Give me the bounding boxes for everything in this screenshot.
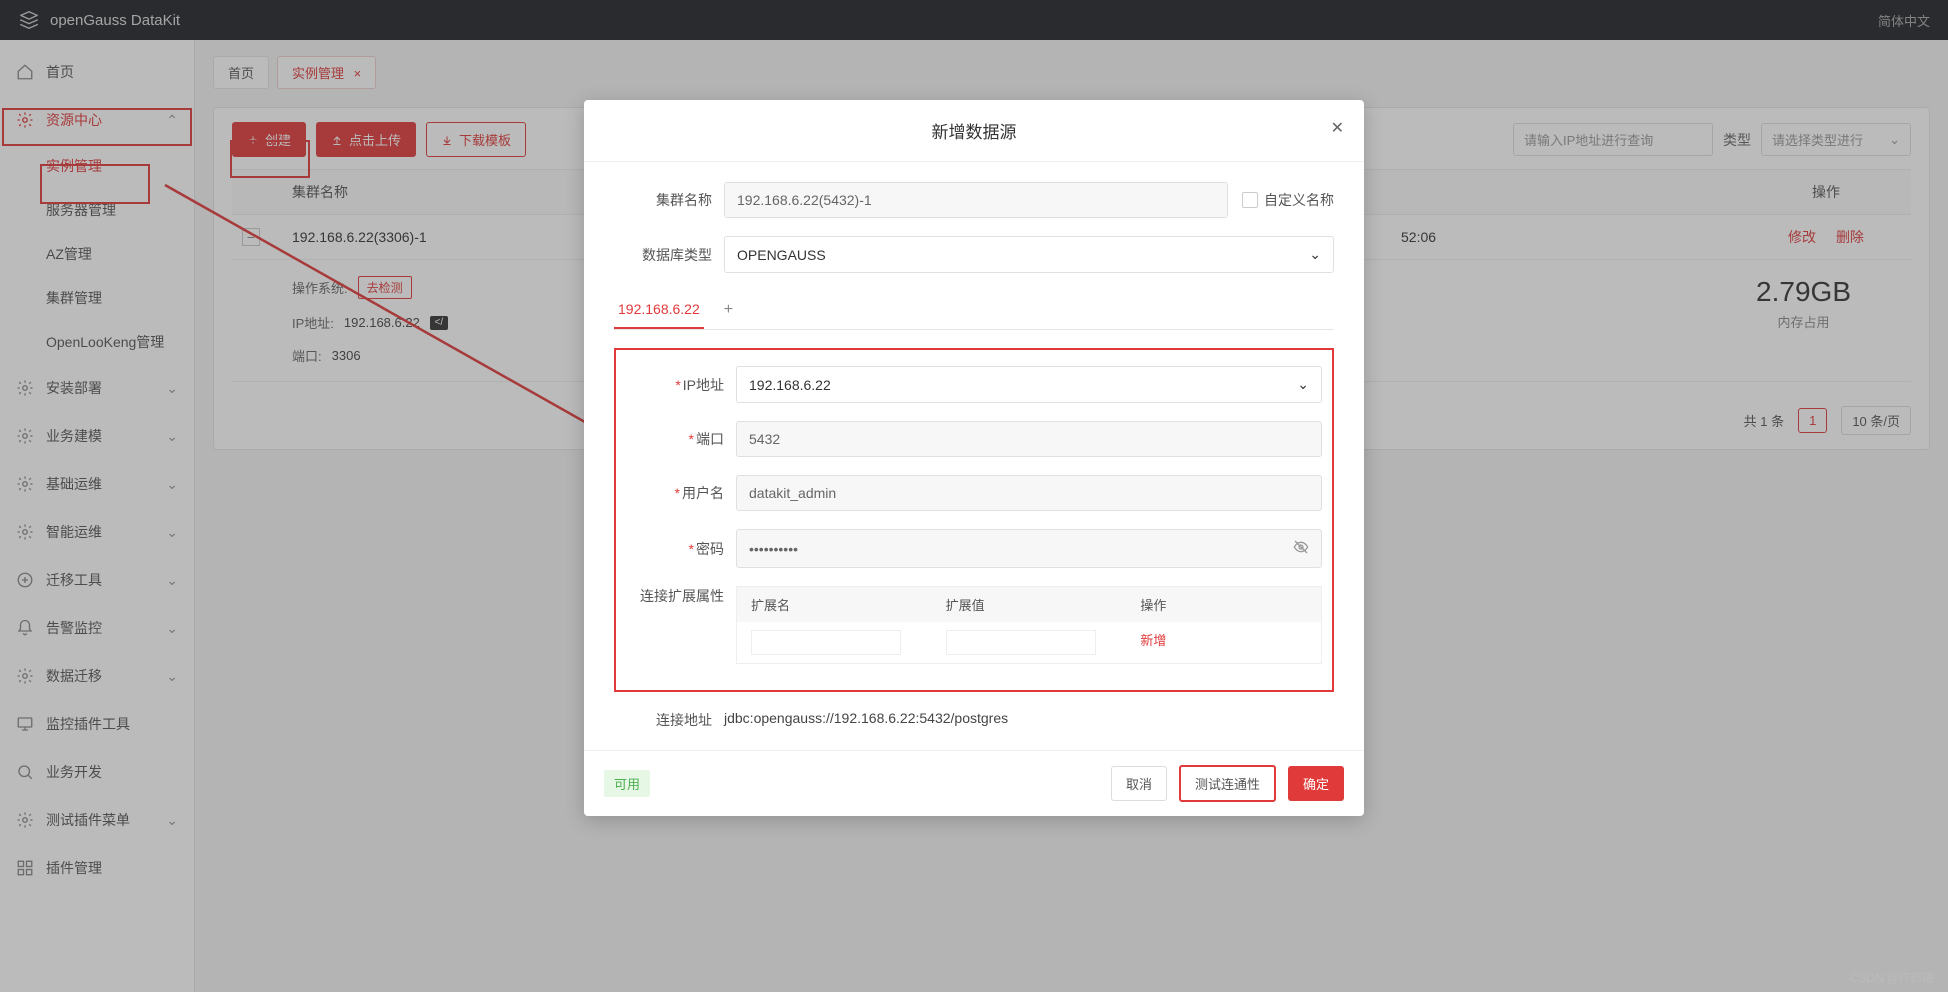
ok-button[interactable]: 确定 — [1288, 766, 1344, 801]
ip-select[interactable]: 192.168.6.22 ⌄ — [736, 366, 1322, 403]
username-input[interactable]: datakit_admin — [736, 475, 1322, 511]
custom-name-checkbox[interactable] — [1242, 192, 1258, 208]
modal-overlay: 新增数据源 ✕ 集群名称 192.168.6.22(5432)-1 自定义名称 … — [0, 0, 1948, 992]
dbtype-select[interactable]: OPENGAUSS ⌄ — [724, 236, 1334, 273]
chevron-down-icon: ⌄ — [1309, 246, 1321, 263]
modal: 新增数据源 ✕ 集群名称 192.168.6.22(5432)-1 自定义名称 … — [584, 100, 1364, 816]
connection-form-group: *IP地址 192.168.6.22 ⌄ *端口 5432 *用户名 datak… — [614, 348, 1334, 692]
watermark: CSDN @IT邦德 — [1850, 969, 1934, 986]
modal-title: 新增数据源 — [932, 123, 1017, 142]
ext-name-input[interactable] — [751, 630, 901, 655]
connection-url: jdbc:opengauss://192.168.6.22:5432/postg… — [724, 710, 1008, 730]
close-icon[interactable]: ✕ — [1331, 118, 1344, 138]
test-connection-button[interactable]: 测试连通性 — [1179, 765, 1276, 802]
password-input[interactable]: •••••••••• — [736, 529, 1322, 568]
cluster-name-input[interactable]: 192.168.6.22(5432)-1 — [724, 182, 1228, 218]
ext-add-link[interactable]: 新增 — [1140, 633, 1166, 648]
add-ip-tab[interactable]: + — [724, 301, 733, 319]
status-badge: 可用 — [604, 770, 650, 797]
chevron-down-icon: ⌄ — [1297, 376, 1309, 393]
eye-off-icon[interactable] — [1293, 539, 1309, 558]
cancel-button[interactable]: 取消 — [1111, 766, 1167, 801]
port-input[interactable]: 5432 — [736, 421, 1322, 457]
ip-tab[interactable]: 192.168.6.22 — [614, 291, 704, 329]
ext-value-input[interactable] — [946, 630, 1096, 655]
